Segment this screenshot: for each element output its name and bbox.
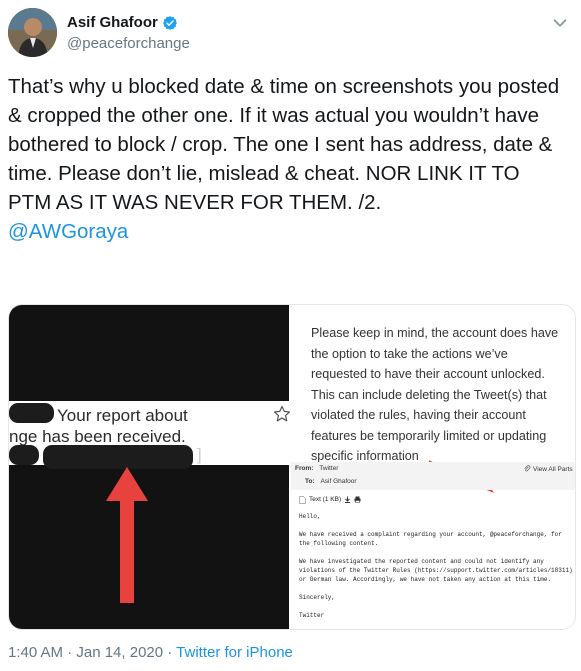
- policy-notice: Please keep in mind, the account does ha…: [311, 326, 559, 463]
- attachment-row: Text (1 KB): [299, 495, 575, 504]
- paperclip-icon: [524, 465, 531, 472]
- tweet-text-block: That’s why u blocked date & time on scre…: [8, 72, 568, 246]
- author-handle[interactable]: @peaceforchange: [67, 35, 190, 52]
- redaction-blob: [9, 445, 39, 465]
- download-icon[interactable]: [344, 496, 351, 503]
- print-icon[interactable]: [354, 496, 361, 503]
- report-line-1: Your report about: [57, 406, 188, 425]
- attachment-label[interactable]: Text (1 KB): [309, 495, 341, 504]
- verified-badge-icon: [162, 15, 177, 30]
- timestamp[interactable]: 1:40 AM · Jan 14, 2020 ·: [8, 644, 176, 661]
- email-body: Text (1 KB) Hello, We have received a co…: [299, 495, 575, 620]
- email-paragraph-1: We have received a complaint regarding y…: [299, 531, 562, 547]
- from-label: From:: [295, 465, 314, 472]
- mention-link[interactable]: @AWGoraya: [8, 217, 568, 246]
- email-paragraph-2: We have investigated the reported conten…: [299, 558, 573, 583]
- star-icon: [273, 405, 291, 422]
- author-name[interactable]: Asif Ghafoor: [67, 14, 158, 31]
- chevron-down-icon[interactable]: [549, 12, 571, 34]
- bracket-glyph: ]: [197, 445, 202, 464]
- report-line-2: nge has been received.: [9, 427, 186, 446]
- tweet-text: That’s why u blocked date & time on scre…: [8, 75, 560, 214]
- file-icon: [299, 495, 306, 504]
- email-header: From: Twitter To: Asif Ghafoor View All …: [291, 462, 575, 490]
- to-label: To:: [305, 478, 315, 485]
- source-link[interactable]: Twitter for iPhone: [176, 644, 293, 661]
- redaction-blob: [9, 403, 54, 423]
- view-all-parts-link[interactable]: View All Parts: [533, 466, 573, 473]
- tweet-media[interactable]: Your report about nge has been received.…: [8, 304, 576, 630]
- screenshot-right: Please keep in mind, the account does ha…: [291, 305, 575, 629]
- to-value: Asif Ghafoor: [320, 478, 357, 485]
- red-arrow-icon: [106, 467, 148, 603]
- avatar-photo: [8, 8, 57, 57]
- email-closing: Sincerely,: [299, 594, 336, 601]
- email-greeting: Hello,: [299, 513, 321, 520]
- from-value: Twitter: [319, 465, 339, 472]
- avatar[interactable]: [8, 8, 57, 57]
- author-block: Asif Ghafoor @peaceforchange: [67, 14, 190, 52]
- tweet-header: Asif Ghafoor @peaceforchange: [8, 8, 573, 60]
- email-signature: Twitter: [299, 612, 325, 619]
- screenshot-left: Your report about nge has been received.…: [9, 305, 291, 629]
- tweet-footer: 1:40 AM · Jan 14, 2020 · Twitter for iPh…: [8, 644, 293, 661]
